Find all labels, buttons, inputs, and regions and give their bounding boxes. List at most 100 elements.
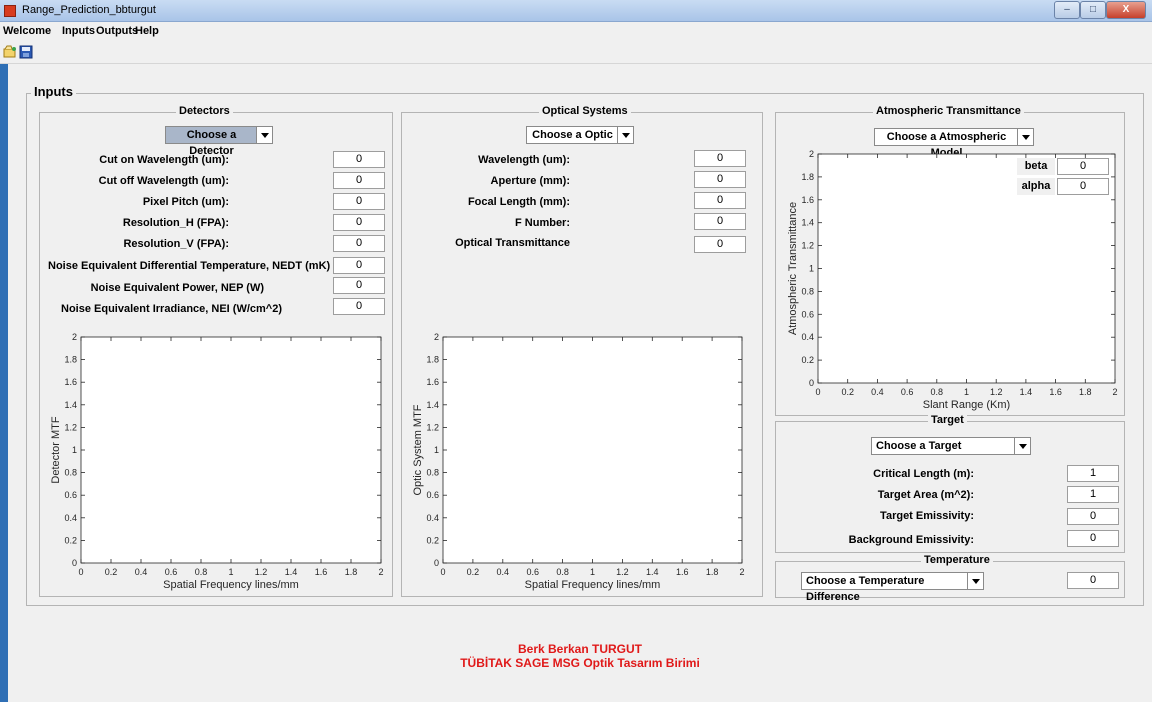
x-tick-label: 0 bbox=[815, 387, 820, 397]
menu-outputs[interactable]: Outputs bbox=[96, 25, 138, 37]
x-tick-label: 0.4 bbox=[497, 567, 510, 577]
x-tick-label: 0.2 bbox=[841, 387, 854, 397]
x-tick-label: 1 bbox=[964, 387, 969, 397]
x-tick-label: 1.6 bbox=[676, 567, 689, 577]
beta-field[interactable]: 0 bbox=[1057, 158, 1109, 175]
nep-field[interactable]: 0 bbox=[333, 277, 385, 294]
chevron-down-icon bbox=[1014, 438, 1030, 454]
y-tick-label: 1.2 bbox=[801, 241, 814, 251]
y-tick-label: 0.6 bbox=[801, 309, 814, 319]
resolution-h-label: Resolution_H (FPA): bbox=[122, 217, 229, 229]
matlab-app-icon bbox=[4, 5, 16, 17]
alpha-label: alpha bbox=[1017, 178, 1055, 195]
target-area-field[interactable]: 1 bbox=[1067, 486, 1119, 503]
x-tick-label: 1 bbox=[228, 567, 233, 577]
optic-dropdown-label: Choose a Optic bbox=[532, 129, 613, 141]
y-tick-label: 1.8 bbox=[426, 355, 439, 365]
atmospheric-model-dropdown-label: Choose a Atmospheric Model bbox=[886, 131, 1007, 159]
y-tick-label: 1 bbox=[434, 445, 439, 455]
y-tick-label: 1.4 bbox=[426, 400, 439, 410]
minimize-button[interactable]: – bbox=[1054, 1, 1080, 19]
focal-length-field[interactable]: 0 bbox=[694, 192, 746, 209]
x-tick-label: 0.8 bbox=[556, 567, 569, 577]
client-area: Inputs Detectors Choose a Detector Cut o… bbox=[8, 64, 1152, 702]
window-controls: – □ X bbox=[1054, 1, 1146, 19]
x-tick-label: 1.4 bbox=[646, 567, 659, 577]
x-tick-label: 1.2 bbox=[255, 567, 268, 577]
x-tick-label: 1.8 bbox=[706, 567, 719, 577]
temperature-difference-dropdown-label: Choose a Temperature Difference bbox=[806, 575, 925, 603]
x-tick-label: 0.6 bbox=[526, 567, 539, 577]
target-area-label: Target Area (m^2): bbox=[877, 489, 974, 501]
menu-welcome[interactable]: Welcome bbox=[3, 25, 51, 37]
wavelength-field[interactable]: 0 bbox=[694, 150, 746, 167]
maximize-button[interactable]: □ bbox=[1080, 1, 1106, 19]
background-emissivity-field[interactable]: 0 bbox=[1067, 530, 1119, 547]
nedt-field[interactable]: 0 bbox=[333, 257, 385, 274]
y-tick-label: 1 bbox=[72, 445, 77, 455]
y-tick-label: 2 bbox=[434, 332, 439, 342]
close-button[interactable]: X bbox=[1106, 1, 1146, 19]
y-tick-label: 0.2 bbox=[801, 355, 814, 365]
x-tick-label: 2 bbox=[1112, 387, 1117, 397]
target-emissivity-field[interactable]: 0 bbox=[1067, 508, 1119, 525]
y-tick-label: 0 bbox=[434, 558, 439, 568]
open-file-icon[interactable] bbox=[3, 45, 17, 59]
temperature-difference-dropdown[interactable]: Choose a Temperature Difference bbox=[801, 572, 984, 603]
y-tick-label: 1.8 bbox=[64, 355, 77, 365]
pixel-pitch-field[interactable]: 0 bbox=[333, 193, 385, 210]
y-tick-label: 1.4 bbox=[801, 218, 814, 228]
plot-area bbox=[80, 336, 382, 564]
cut-off-wavelength-field[interactable]: 0 bbox=[333, 172, 385, 189]
y-tick-label: 1.6 bbox=[426, 377, 439, 387]
x-axis-label: Slant Range (Km) bbox=[923, 399, 1010, 411]
detector-dropdown[interactable]: Choose a Detector bbox=[165, 126, 273, 157]
y-tick-label: 1.4 bbox=[64, 400, 77, 410]
temperature-value-field[interactable]: 0 bbox=[1067, 572, 1119, 589]
optic-dropdown[interactable]: Choose a Optic bbox=[526, 126, 634, 144]
y-tick-label: 1.8 bbox=[801, 172, 814, 182]
resolution-v-label: Resolution_V (FPA): bbox=[123, 238, 229, 250]
x-tick-label: 1.2 bbox=[616, 567, 629, 577]
y-axis-label: Optic System MTF bbox=[412, 404, 424, 495]
y-tick-label: 1.2 bbox=[64, 422, 77, 432]
plot-area bbox=[442, 336, 743, 564]
pixel-pitch-label: Pixel Pitch (um): bbox=[142, 196, 229, 208]
menu-inputs[interactable]: Inputs bbox=[62, 25, 95, 37]
atmospheric-model-dropdown[interactable]: Choose a Atmospheric Model bbox=[874, 128, 1034, 159]
toolbar bbox=[0, 40, 1152, 64]
organization-name: TÜBİTAK SAGE MSG Optik Tasarım Birimi bbox=[460, 656, 700, 670]
resolution-v-field[interactable]: 0 bbox=[333, 235, 385, 252]
detector-dropdown-label: Choose a Detector bbox=[186, 129, 237, 157]
y-tick-label: 2 bbox=[809, 149, 814, 159]
title-bar: Range_Prediction_bbturgut – □ X bbox=[0, 0, 1152, 22]
alpha-field[interactable]: 0 bbox=[1057, 178, 1109, 195]
detector-mtf-chart: 0 0.2 0.4 0.6 0.8 1 1.2 1.4 1.6 1.8 2 0 0.2 0.4 0.6 0.8… bbox=[50, 332, 384, 591]
x-tick-label: 0.4 bbox=[871, 387, 884, 397]
y-tick-label: 0.8 bbox=[426, 468, 439, 478]
menu-help[interactable]: Help bbox=[135, 25, 159, 37]
temperature-title: Temperature bbox=[921, 554, 993, 566]
x-tick-label: 1.4 bbox=[285, 567, 298, 577]
y-tick-label: 1.2 bbox=[426, 422, 439, 432]
optical-transmittance-field[interactable]: 0 bbox=[694, 236, 746, 253]
chevron-down-icon bbox=[617, 127, 633, 143]
nei-field[interactable]: 0 bbox=[333, 298, 385, 315]
optical-transmittance-label: Optical Transmittance bbox=[455, 237, 570, 249]
f-number-field[interactable]: 0 bbox=[694, 213, 746, 230]
critical-length-field[interactable]: 1 bbox=[1067, 465, 1119, 482]
temperature-panel: Temperature Choose a Temperature Differe… bbox=[775, 554, 1125, 603]
resolution-h-field[interactable]: 0 bbox=[333, 214, 385, 231]
optical-systems-title: Optical Systems bbox=[539, 105, 631, 117]
cut-on-wavelength-label: Cut on Wavelength (um): bbox=[99, 154, 229, 166]
cut-on-wavelength-field[interactable]: 0 bbox=[333, 151, 385, 168]
chevron-down-icon bbox=[256, 127, 272, 143]
save-icon[interactable] bbox=[19, 45, 33, 59]
aperture-field[interactable]: 0 bbox=[694, 171, 746, 188]
target-dropdown[interactable]: Choose a Target bbox=[871, 437, 1031, 455]
nei-label: Noise Equivalent Irradiance, NEI (W/cm^2… bbox=[61, 303, 282, 315]
x-tick-label: 0.4 bbox=[135, 567, 148, 577]
author-name: Berk Berkan TURGUT bbox=[517, 642, 643, 656]
critical-length-label: Critical Length (m): bbox=[873, 468, 974, 480]
target-dropdown-label: Choose a Target bbox=[876, 440, 962, 452]
